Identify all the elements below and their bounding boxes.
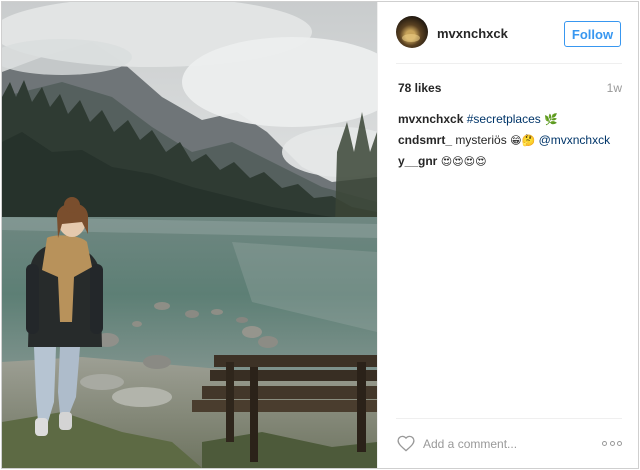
- hashtag-link[interactable]: #secretplaces: [467, 112, 541, 126]
- comment-username[interactable]: cndsmrt_: [398, 133, 452, 147]
- dot: [617, 440, 622, 446]
- avatar[interactable]: [396, 16, 428, 48]
- heart-eyes-emoji-icon: 😍😍😍😍: [440, 155, 487, 168]
- post-card: mvxnchxck Follow 78 likes 1w mvxnchxck #…: [1, 1, 639, 469]
- follow-button[interactable]: Follow: [564, 21, 621, 47]
- mention-link[interactable]: @mvxnchxck: [539, 133, 611, 147]
- heart-icon[interactable]: [397, 435, 415, 452]
- lake-photo-illustration: [2, 2, 377, 468]
- comment-username[interactable]: mvxnchxck: [398, 112, 463, 126]
- likes-count[interactable]: 78 likes: [398, 81, 441, 95]
- dot: [602, 440, 607, 446]
- post-footer: [396, 418, 622, 468]
- post-side-panel: mvxnchxck Follow 78 likes 1w mvxnchxck #…: [377, 2, 638, 468]
- comment-item: mvxnchxck #secretplaces 🌿: [398, 109, 628, 130]
- comment-item: cndsmrt_ mysteriös 😁🤔 @mvxnchxck: [398, 130, 628, 151]
- add-comment-input[interactable]: [423, 435, 573, 453]
- comment-item: y__gnr 😍😍😍😍: [398, 151, 628, 172]
- dot: [609, 440, 615, 446]
- post-header: mvxnchxck Follow: [396, 2, 622, 64]
- post-timestamp[interactable]: 1w: [607, 81, 622, 95]
- leaf-emoji-icon: 🌿: [544, 113, 558, 126]
- comment-username[interactable]: y__gnr: [398, 154, 437, 168]
- more-options-icon[interactable]: [602, 438, 622, 448]
- comments-list: mvxnchxck #secretplaces 🌿 cndsmrt_ myste…: [398, 109, 628, 172]
- post-photo[interactable]: [2, 2, 377, 468]
- username-link[interactable]: mvxnchxck: [437, 26, 508, 41]
- emoji-icon: 😁🤔: [510, 134, 536, 147]
- comment-text: mysteriös: [455, 133, 507, 147]
